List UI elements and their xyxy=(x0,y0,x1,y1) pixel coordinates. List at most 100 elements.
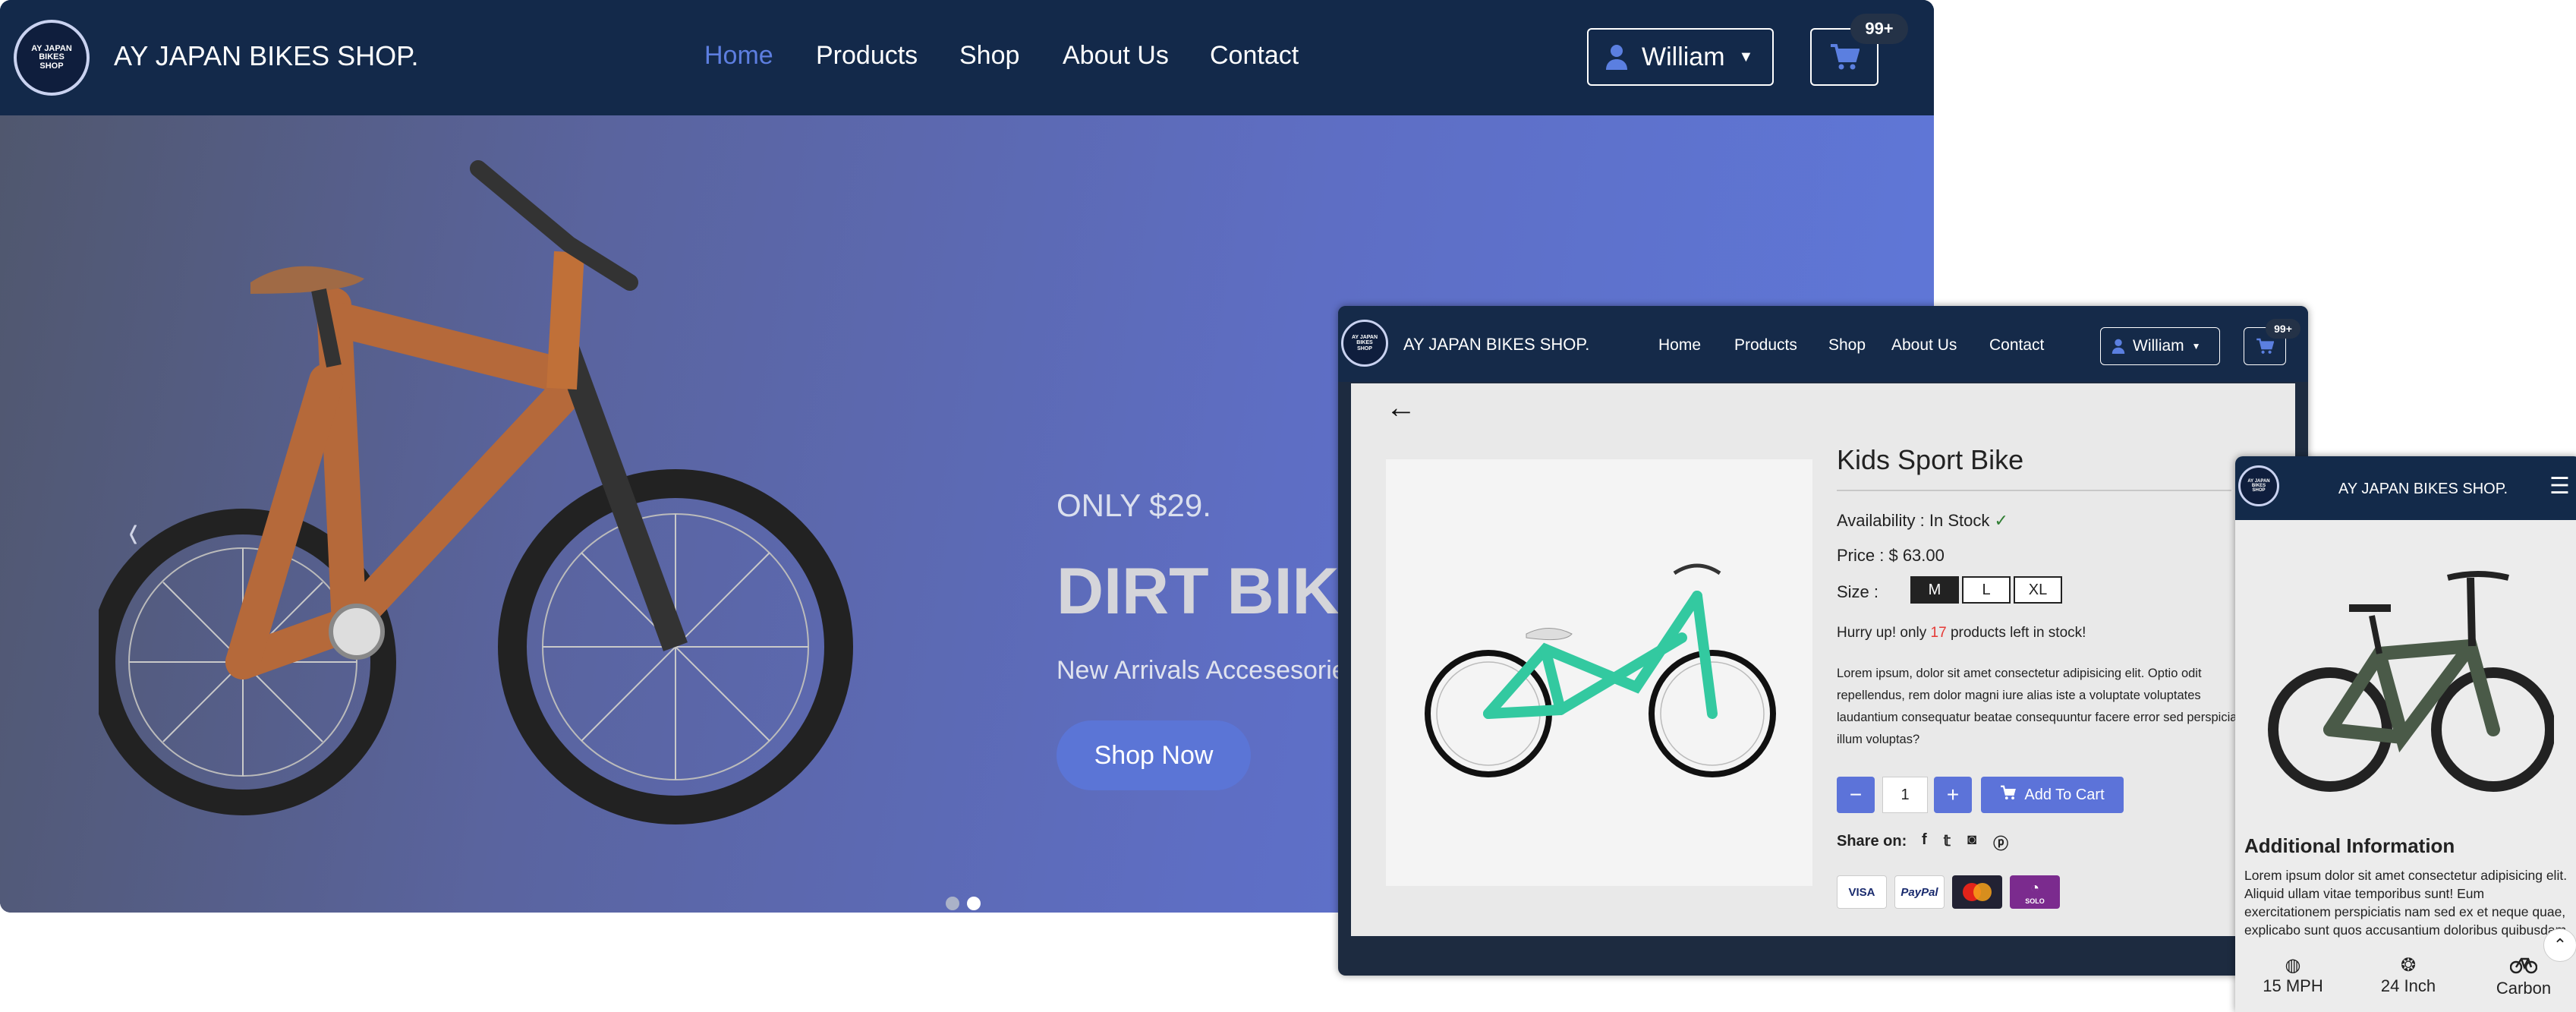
availability-row: Availability : In Stock ✓ xyxy=(1837,511,2008,531)
stock-suffix: products left in stock! xyxy=(1946,625,2086,641)
spec-material: Carbon xyxy=(2471,954,2576,998)
carousel-prev-icon[interactable]: ‹ xyxy=(129,503,138,559)
paypal-card-icon: PayPal xyxy=(1894,875,1945,909)
spec-wheel-label: 24 Inch xyxy=(2380,976,2436,995)
back-arrow-icon[interactable]: ← xyxy=(1386,391,1416,425)
availability-value: In Stock xyxy=(1929,511,1990,530)
solo-card-icon: ◔ SOLO xyxy=(2010,875,2060,909)
nav-contact[interactable]: Contact xyxy=(1989,336,2044,355)
cart-badge: 99+ xyxy=(1850,14,1908,44)
nav-about-us[interactable]: About Us xyxy=(1063,41,1169,71)
product-title: Kids Sport Bike xyxy=(1837,444,2024,475)
stock-notice: Hurry up! only 17 products left in stock… xyxy=(1837,625,2086,642)
spec-material-label: Carbon xyxy=(2496,979,2552,998)
nav-home[interactable]: Home xyxy=(1658,336,1701,355)
availability-label: Availability : xyxy=(1837,511,1929,530)
desktop-navbar: AY JAPAN BIKES SHOP AY JAPAN BIKES SHOP.… xyxy=(0,0,1934,115)
brand-logo[interactable]: AY JAPAN BIKES SHOP xyxy=(2238,465,2279,506)
size-label: Size : xyxy=(1837,582,1879,601)
carousel-indicators xyxy=(946,897,981,910)
speedometer-icon: ◍ xyxy=(2285,955,2301,976)
nav-contact[interactable]: Contact xyxy=(1210,41,1299,71)
payment-methods: VISA PayPal ◔ SOLO xyxy=(1837,875,2060,909)
additional-info-text: Lorem ipsum dolor sit amet consectetur a… xyxy=(2244,868,2568,938)
spec-speed: ◍ 15 MPH xyxy=(2240,954,2346,998)
tablet-navbar: AY JAPAN BIKES SHOP AY JAPAN BIKES SHOP.… xyxy=(1338,306,2308,382)
size-options: M L XL xyxy=(1910,576,2062,604)
carousel-dot[interactable] xyxy=(946,897,959,910)
add-to-cart-label: Add To Cart xyxy=(2024,786,2105,803)
mobile-navbar: AY JAPAN BIKES SHOP AY JAPAN BIKES SHOP.… xyxy=(2235,456,2576,520)
nav-home[interactable]: Home xyxy=(704,41,773,71)
spec-speed-label: 15 MPH xyxy=(2263,976,2323,995)
size-m-button[interactable]: M xyxy=(1910,576,1959,604)
nav-shop[interactable]: Shop xyxy=(1828,336,1866,355)
mastercard-card-icon xyxy=(1952,875,2002,909)
quantity-increase-button[interactable]: + xyxy=(1934,777,1972,813)
mountain-bike-image xyxy=(2268,571,2554,792)
shop-now-button[interactable]: Shop Now xyxy=(1057,720,1251,790)
bicycle-icon xyxy=(2471,954,2576,979)
product-detail-panel: ← Kids Sport Bike Availability: In Stoc… xyxy=(1351,383,2295,936)
twitter-icon[interactable]: 𝕥 xyxy=(1944,831,1951,853)
chevron-down-icon: ▼ xyxy=(1738,48,1754,65)
cart-icon xyxy=(2256,338,2274,355)
nav-shop[interactable]: Shop xyxy=(959,41,1019,71)
nav-products[interactable]: Products xyxy=(816,41,918,71)
brand-logo[interactable]: AY JAPAN BIKES SHOP xyxy=(14,20,90,96)
solo-circle-icon: ◔ xyxy=(2030,879,2040,897)
add-to-cart-button[interactable]: Add To Cart xyxy=(1981,777,2124,813)
solo-label: SOLO xyxy=(2025,897,2045,905)
nav-products[interactable]: Products xyxy=(1734,336,1797,355)
price-value: $ 63.00 xyxy=(1888,546,1945,565)
pinterest-icon[interactable]: ⓟ xyxy=(1993,831,2008,853)
hero-title: DIRT BIKE xyxy=(1057,555,1383,628)
user-name: William xyxy=(2133,337,2184,355)
visa-card-icon: VISA xyxy=(1837,875,1887,909)
user-icon xyxy=(2112,339,2125,354)
nav-about-us[interactable]: About Us xyxy=(1891,336,1957,355)
cart-badge: 99+ xyxy=(2266,319,2300,339)
hamburger-menu-icon[interactable]: ☰ xyxy=(2549,473,2570,500)
kids-bike-image xyxy=(1425,563,1776,777)
cart-icon xyxy=(2000,785,2017,805)
instagram-icon[interactable]: ◙ xyxy=(1967,831,1976,853)
cart-icon xyxy=(1829,43,1860,71)
carousel-dot-active[interactable] xyxy=(967,897,981,910)
additional-info-heading: Additional Information xyxy=(2244,834,2455,857)
spec-wheel: ❂ 24 Inch xyxy=(2355,954,2461,998)
brand-name[interactable]: AY JAPAN BIKES SHOP. xyxy=(2338,481,2508,498)
brand-name[interactable]: AY JAPAN BIKES SHOP. xyxy=(1403,335,1589,355)
chevron-down-icon: ▼ xyxy=(2191,341,2201,352)
title-divider xyxy=(1837,490,2231,491)
size-l-button[interactable]: L xyxy=(1962,576,2011,604)
stock-prefix: Hurry up! only xyxy=(1837,625,1931,641)
spec-list: ◍ 15 MPH ❂ 24 Inch Carbon xyxy=(2235,954,2576,998)
stock-count: 17 xyxy=(1930,625,1947,641)
facebook-icon[interactable]: f xyxy=(1922,831,1927,853)
price-row: Price : $ 63.00 xyxy=(1837,546,1945,566)
hero-subtitle: New Arrivals Accesesories xyxy=(1057,656,1359,685)
logo-text: AY JAPAN BIKES SHOP xyxy=(1351,334,1378,352)
tablet-frame: AY JAPAN BIKES SHOP AY JAPAN BIKES SHOP.… xyxy=(1338,306,2308,976)
share-label: Share on: xyxy=(1837,833,1907,850)
user-dropdown-button[interactable]: William ▼ xyxy=(1587,28,1774,86)
user-icon xyxy=(1605,44,1628,70)
size-xl-button[interactable]: XL xyxy=(2014,576,2062,604)
hero-price: ONLY $29. xyxy=(1057,487,1211,523)
brand-logo[interactable]: AY JAPAN BIKES SHOP xyxy=(1341,320,1388,367)
wheel-icon: ❂ xyxy=(2400,955,2417,976)
logo-text: AY JAPAN BIKES SHOP xyxy=(2247,478,2270,493)
price-label: Price : xyxy=(1837,546,1889,565)
user-dropdown-button[interactable]: William ▼ xyxy=(2100,327,2220,365)
check-icon: ✓ xyxy=(1994,511,2008,530)
logo-text: AY JAPAN BIKES SHOP xyxy=(31,43,72,71)
product-image xyxy=(1386,459,1812,886)
quantity-input[interactable]: 1 xyxy=(1882,777,1928,813)
mobile-frame: AY JAPAN BIKES SHOP AY JAPAN BIKES SHOP.… xyxy=(2235,456,2576,1012)
user-name: William xyxy=(1642,42,1725,71)
share-icons: f 𝕥 ◙ ⓟ xyxy=(1922,831,2008,853)
hero-bike-image xyxy=(99,160,853,824)
brand-name[interactable]: AY JAPAN BIKES SHOP. xyxy=(114,40,419,72)
quantity-decrease-button[interactable]: − xyxy=(1837,777,1875,813)
